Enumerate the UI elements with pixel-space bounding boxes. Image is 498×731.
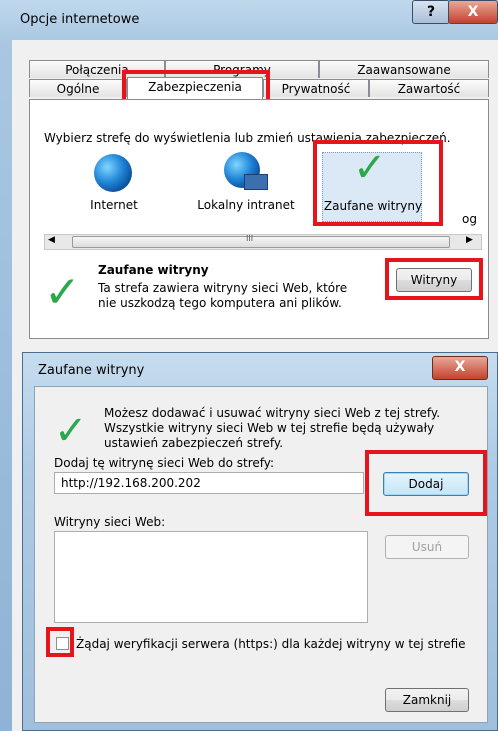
tab-privacy[interactable]: Prywatność [263, 79, 369, 97]
scroll-grip-icon: III [246, 234, 254, 243]
zone-local-intranet[interactable]: Lokalny intranet [186, 152, 306, 222]
sites-list[interactable] [54, 531, 368, 623]
sites-list-label: Witryny sieci Web: [54, 515, 166, 529]
window-title: Opcje internetowe [20, 12, 140, 27]
tab-content[interactable]: Zawartość [369, 79, 489, 97]
selected-zone-title: Zaufane witryny [98, 263, 209, 277]
scroll-thumb[interactable] [72, 236, 450, 248]
https-checkbox-label: Żądaj weryfikacji serwera (https:) dla k… [76, 637, 466, 651]
info-block: ✓ Możesz dodawać i usuwać witryny sieci … [54, 406, 474, 456]
scroll-left-arrow-icon[interactable]: ◀ [48, 235, 55, 245]
highlight-add-button [365, 450, 487, 516]
add-site-value: http://192.168.200.202 [61, 476, 201, 490]
zone-internet[interactable]: Internet [80, 152, 148, 222]
zone-internet-label: Internet [90, 198, 138, 212]
highlight-sites-button [385, 258, 483, 300]
add-site-label: Dodaj tę witrynę sieci Web do strefy: [54, 456, 275, 470]
remove-button[interactable]: Usuń [385, 535, 469, 559]
info-check-icon: ✓ [54, 408, 88, 454]
close-window-button[interactable]: X [448, 0, 498, 24]
help-button[interactable]: ? [412, 0, 450, 24]
selected-zone-description: Ta strefa zawiera witryny sieci Web, któ… [98, 281, 348, 310]
zone-local-intranet-label: Lokalny intranet [197, 198, 295, 212]
highlight-trusted-zone [313, 140, 443, 226]
globe-icon [94, 154, 132, 192]
highlight-https-checkbox [46, 627, 74, 657]
info-text: Możesz dodawać i usuwać witryny sieci We… [104, 406, 441, 450]
zone-overflow-text: og [462, 212, 477, 226]
scroll-right-arrow-icon[interactable]: ▶ [466, 235, 473, 245]
tab-advanced[interactable]: Zaawansowane [319, 60, 489, 78]
add-site-input[interactable]: http://192.168.200.202 [54, 472, 364, 494]
trusted-check-icon: ✓ [44, 267, 81, 318]
tab-general[interactable]: Ogólne [29, 79, 127, 97]
dialog-title: Zaufane witryny [38, 363, 145, 378]
computer-icon [244, 174, 268, 190]
dialog-close-button[interactable]: X [432, 356, 488, 380]
close-dialog-button[interactable]: Zamknij [385, 688, 469, 712]
